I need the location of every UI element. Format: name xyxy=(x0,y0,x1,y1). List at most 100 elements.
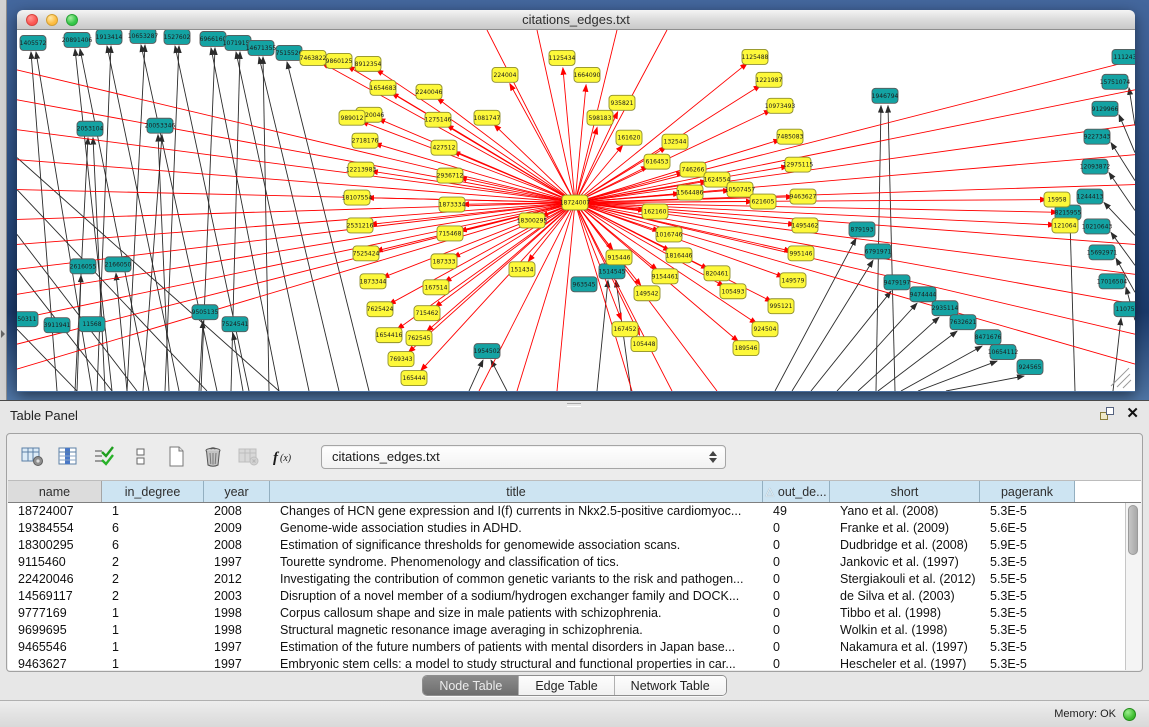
column-header-name[interactable]: name xyxy=(8,481,102,502)
network-node-yellow[interactable]: 132544 xyxy=(662,134,688,149)
citation-edge-black[interactable] xyxy=(1119,115,1135,153)
network-node-teal[interactable]: 7632621 xyxy=(950,315,977,330)
network-node-yellow[interactable]: 121064 xyxy=(1052,218,1078,233)
table-scrollbar[interactable] xyxy=(1125,503,1141,670)
table-row[interactable]: 969969511998Structural magnetic resonanc… xyxy=(8,622,1125,639)
network-node-yellow[interactable]: 9860125 xyxy=(326,53,353,68)
network-node-teal[interactable]: 2935114 xyxy=(932,301,959,316)
citation-edge-red[interactable] xyxy=(575,90,1135,203)
network-node-yellow[interactable]: 167452 xyxy=(612,322,638,337)
citation-edge-black[interactable] xyxy=(175,46,249,391)
network-node-yellow[interactable]: 1624554 xyxy=(704,172,731,187)
citation-edge-black[interactable] xyxy=(263,57,269,391)
network-node-yellow[interactable]: 167514 xyxy=(423,280,449,295)
network-node-yellow[interactable]: 1081747 xyxy=(474,110,501,125)
network-node-teal[interactable]: 350311 xyxy=(17,312,38,327)
network-node-teal[interactable]: 15751074 xyxy=(1100,74,1131,89)
network-node-yellow[interactable]: 9463627 xyxy=(790,189,817,204)
network-node-yellow[interactable]: 915446 xyxy=(606,250,632,265)
network-node-yellow[interactable]: 935821 xyxy=(609,95,635,110)
table-row[interactable]: 946362711997Embryonic stem cells: a mode… xyxy=(8,656,1125,670)
window-resize-grip[interactable] xyxy=(1117,374,1130,387)
table-row[interactable]: 911546021997Tourette syndrome. Phenomeno… xyxy=(8,554,1125,571)
network-node-yellow[interactable]: 715462 xyxy=(414,306,440,321)
network-node-yellow[interactable]: 12213983 xyxy=(346,162,377,177)
network-node-yellow[interactable]: 769343 xyxy=(388,352,414,367)
citation-edge-red[interactable] xyxy=(408,203,575,353)
tab-network-table[interactable]: Network Table xyxy=(615,676,726,695)
network-node-yellow[interactable]: 15958 xyxy=(1044,192,1070,207)
network-node-yellow[interactable]: 2240046 xyxy=(416,84,443,99)
network-node-yellow[interactable]: 18107554 xyxy=(342,190,373,205)
network-node-yellow[interactable]: 2531216 xyxy=(347,218,374,233)
network-node-yellow[interactable]: 10973493 xyxy=(765,98,796,113)
network-node-yellow[interactable]: 187333 xyxy=(431,254,457,269)
citation-edge-red[interactable] xyxy=(17,203,575,220)
network-node-teal[interactable]: 9479197 xyxy=(884,275,911,290)
network-node-yellow[interactable]: 189546 xyxy=(733,341,759,356)
citation-edge-red[interactable] xyxy=(361,121,575,202)
citation-edge-red[interactable] xyxy=(17,203,575,320)
divider-arrow-icon[interactable] xyxy=(1,330,5,338)
column-header-in_degree[interactable]: in_degree xyxy=(102,481,204,502)
network-node-teal[interactable]: 963545 xyxy=(571,277,597,292)
float-window-icon[interactable] xyxy=(1100,406,1116,422)
network-node-teal[interactable]: 6791971 xyxy=(865,244,892,259)
network-node-teal[interactable]: 110753 xyxy=(1114,302,1135,317)
citation-edge-black[interactable] xyxy=(75,49,112,391)
rows-icon[interactable] xyxy=(127,443,154,470)
citation-edge-black[interactable] xyxy=(491,360,507,391)
network-node-teal[interactable]: 1913414 xyxy=(96,30,123,44)
network-node-teal[interactable]: 17016504 xyxy=(1097,274,1128,289)
close-button[interactable] xyxy=(26,14,38,26)
network-node-teal[interactable]: 10210643 xyxy=(1082,219,1113,234)
citation-edge-black[interactable] xyxy=(918,361,997,391)
citation-edge-red[interactable] xyxy=(479,203,575,391)
citation-edge-black[interactable] xyxy=(116,273,127,391)
network-node-yellow[interactable]: 1016746 xyxy=(656,227,683,242)
table-row[interactable]: 1830029562008Estimation of significance … xyxy=(8,537,1125,554)
column-header-title[interactable]: title xyxy=(270,481,763,502)
network-node-teal[interactable]: 15692971 xyxy=(1087,245,1118,260)
new-column-icon[interactable] xyxy=(163,443,190,470)
network-node-yellow[interactable]: 598183 xyxy=(587,110,613,125)
network-node-teal[interactable]: 20053346 xyxy=(145,118,176,133)
function-builder-icon[interactable]: f(x) xyxy=(271,443,298,470)
network-node-yellow[interactable]: 2718176 xyxy=(352,133,379,148)
citation-edge-red[interactable] xyxy=(376,69,575,202)
network-canvas[interactable]: 1872400714055722089140619134141065328715… xyxy=(17,30,1135,391)
control-panel-divider[interactable] xyxy=(0,0,7,400)
network-node-teal[interactable]: 1946794 xyxy=(872,88,899,103)
citation-edge-red[interactable] xyxy=(575,60,1135,203)
citation-edge-black[interactable] xyxy=(201,48,215,391)
network-node-yellow[interactable]: 2936712 xyxy=(437,168,464,183)
column-header-pagerank[interactable]: pagerank xyxy=(980,481,1075,502)
network-node-yellow[interactable]: 224004 xyxy=(492,67,518,82)
table-row[interactable]: 977716911998Corpus callosum shape and si… xyxy=(8,605,1125,622)
network-node-yellow[interactable]: 1816446 xyxy=(666,248,693,263)
network-node-yellow[interactable]: 924504 xyxy=(752,322,778,337)
table-settings-icon[interactable] xyxy=(19,443,46,470)
network-node-yellow[interactable]: 8912354 xyxy=(355,56,382,71)
network-node-yellow[interactable]: 1654683 xyxy=(370,80,397,95)
scrollbar-thumb[interactable] xyxy=(1128,505,1138,555)
network-node-yellow[interactable]: 1275146 xyxy=(425,112,452,127)
network-node-yellow[interactable]: 1873334 xyxy=(439,197,466,212)
panel-drag-handle[interactable] xyxy=(567,403,581,407)
citation-edge-black[interactable] xyxy=(231,52,240,391)
network-node-teal[interactable]: 111243 xyxy=(1112,49,1135,64)
citation-edge-black[interactable] xyxy=(775,238,856,391)
network-node-teal[interactable]: 9474444 xyxy=(910,287,937,302)
network-node-yellow[interactable]: 7485083 xyxy=(777,129,804,144)
network-node-teal[interactable]: 12093872 xyxy=(1080,159,1111,174)
network-node-yellow[interactable]: 1495462 xyxy=(792,218,819,233)
network-node-teal[interactable]: 10653287 xyxy=(128,30,159,43)
network-node-yellow[interactable]: 1125434 xyxy=(549,50,576,65)
network-node-yellow[interactable]: 162160 xyxy=(642,204,668,219)
table-row[interactable]: 1938455462009Genome-wide association stu… xyxy=(8,520,1125,537)
network-node-teal[interactable]: 9227343 xyxy=(1084,129,1111,144)
network-node-yellow[interactable]: 1564486 xyxy=(677,185,704,200)
network-node-teal[interactable]: 3911941 xyxy=(44,318,71,333)
network-node-teal[interactable]: 1954502 xyxy=(474,344,501,359)
network-node-teal[interactable]: 2166050 xyxy=(105,257,132,272)
